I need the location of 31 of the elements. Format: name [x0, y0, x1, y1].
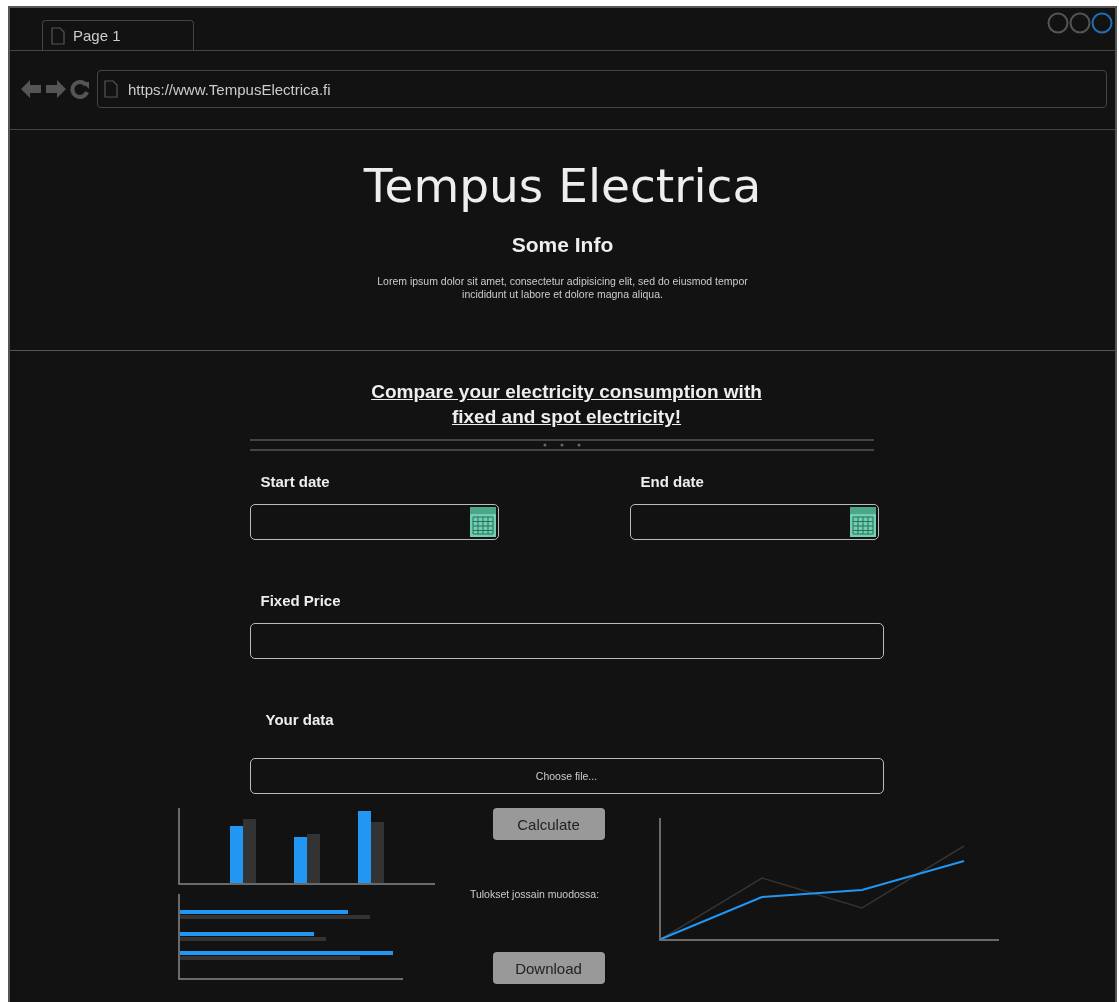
- info-text: Lorem ipsum dolor sit amet, consectetur adipisicing elit, sed do eiusmod tempor incididunt ut labore et dolore magna aliqua.: [376, 275, 749, 301]
- window-control-icon[interactable]: [1069, 12, 1091, 34]
- calculate-button[interactable]: Calculate: [492, 808, 605, 840]
- address-bar[interactable]: https://www.TempusElectrica.fi: [97, 70, 1107, 108]
- field-label: Your data: [265, 711, 335, 728]
- page-icon: [104, 80, 118, 98]
- info-heading: Some Info: [510, 233, 615, 257]
- page-icon: [51, 26, 65, 45]
- date-field[interactable]: [249, 504, 499, 540]
- forward-icon[interactable]: [45, 79, 67, 99]
- back-icon[interactable]: [20, 79, 42, 99]
- chart-bar: [293, 837, 307, 883]
- field-label: Fixed Price: [260, 592, 342, 609]
- site-title: Tempus Electrica: [362, 157, 763, 213]
- reload-icon[interactable]: [70, 79, 90, 99]
- window-control-icon[interactable]: [1091, 12, 1113, 34]
- calendar-icon[interactable]: [848, 506, 877, 538]
- chart-bar: [357, 811, 371, 883]
- date-field[interactable]: [629, 504, 879, 540]
- window-control-icon[interactable]: [1047, 12, 1069, 34]
- compare-heading[interactable]: Compare your electricity consumption with fixed and spot electricity!: [354, 379, 779, 429]
- file-field[interactable]: Choose file...: [249, 758, 884, 794]
- field-label: Start date: [260, 473, 331, 490]
- price-field[interactable]: [249, 623, 884, 659]
- results-text: Tulokset jossain muodossa:: [469, 888, 600, 900]
- calendar-icon[interactable]: [468, 506, 497, 538]
- download-button[interactable]: Download: [492, 952, 605, 984]
- chart-bar: [229, 826, 243, 883]
- field-label: End date: [640, 473, 705, 490]
- url-text: https://www.TempusElectrica.fi: [128, 80, 331, 98]
- browser-tab[interactable]: Page 1: [42, 20, 194, 50]
